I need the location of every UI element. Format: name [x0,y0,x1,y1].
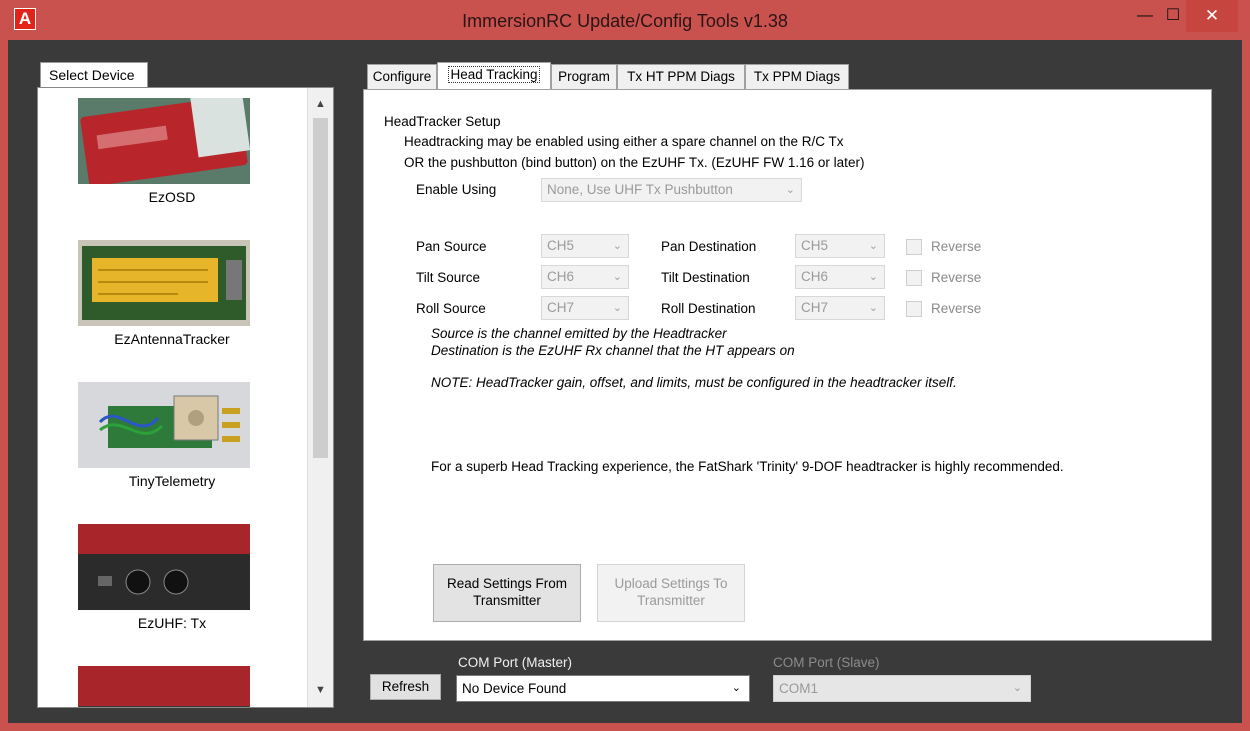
description-line-2: OR the pushbutton (bind button) on the E… [404,155,865,170]
chevron-down-icon: ⌄ [612,302,622,314]
tab-program[interactable]: Program [551,64,617,89]
roll-reverse-label: Reverse [931,301,982,316]
tilt-source-select[interactable]: CH6 ⌄ [541,265,629,289]
recommendation-text: For a superb Head Tracking experience, t… [431,459,1064,474]
roll-destination-label: Roll Destination [661,301,756,316]
device-name: EzOSD [148,189,196,205]
tab-tx-ppm-diags[interactable]: Tx PPM Diags [745,64,849,89]
maximize-button[interactable]: ☐ [1158,0,1188,32]
chevron-down-icon: ⌄ [612,271,622,283]
pan-source-label: Pan Source [416,239,487,254]
chevron-down-icon: ⌄ [612,240,622,252]
ezosd-thumbnail [78,98,250,184]
app-window: A ImmersionRC Update/Config Tools v1.38 … [0,0,1250,731]
chevron-down-icon: ⌄ [868,271,878,283]
scroll-down-icon[interactable]: ▼ [308,680,333,700]
chevron-down-icon: ⌄ [1012,682,1022,694]
device-thumbnail [78,666,250,707]
title-bar: A ImmersionRC Update/Config Tools v1.38 … [0,0,1250,40]
scroll-up-icon[interactable]: ▲ [308,94,333,114]
device-list: EzOSD EzAntennaTracker TinyTelemetry EzU… [38,88,306,707]
tab-tx-ht-ppm-diags[interactable]: Tx HT PPM Diags [617,64,745,89]
tilt-reverse-label: Reverse [931,270,982,285]
com-master-label: COM Port (Master) [458,655,573,670]
note-gain: NOTE: HeadTracker gain, offset, and limi… [431,375,957,390]
scrollbar-thumb[interactable] [313,118,328,458]
roll-destination-select[interactable]: CH7 ⌄ [795,296,885,320]
roll-source-label: Roll Source [416,301,486,316]
tilt-destination-select[interactable]: CH6 ⌄ [795,265,885,289]
device-name: EzUHF: Tx [137,615,207,631]
tinytelemetry-thumbnail [78,382,250,468]
note-destination: Destination is the EzUHF Rx channel that… [431,343,795,358]
tilt-reverse-checkbox[interactable] [906,270,922,286]
ezuhf-tx-thumbnail [78,524,250,610]
roll-reverse-checkbox[interactable] [906,301,922,317]
head-tracking-panel: HeadTracker Setup Headtracking may be en… [363,89,1212,641]
com-slave-select[interactable]: COM1 ⌄ [773,675,1031,702]
tab-configure[interactable]: Configure [367,64,437,89]
roll-source-select[interactable]: CH7 ⌄ [541,296,629,320]
device-list-scrollbar[interactable]: ▲ ▼ [307,88,333,707]
description-line-1: Headtracking may be enabled using either… [404,134,844,149]
pan-reverse-label: Reverse [931,239,982,254]
window-title: ImmersionRC Update/Config Tools v1.38 [462,11,788,31]
device-list-panel: EzOSD EzAntennaTracker TinyTelemetry EzU… [37,87,334,708]
refresh-button[interactable]: Refresh [370,674,441,700]
chevron-down-icon: ⌄ [868,240,878,252]
note-source: Source is the channel emitted by the Hea… [431,326,727,341]
device-name: TinyTelemetry [128,473,216,489]
com-slave-label: COM Port (Slave) [773,655,880,670]
tilt-destination-label: Tilt Destination [661,270,750,285]
tab-head-tracking[interactable]: Head Tracking [437,62,551,91]
chevron-down-icon: ⌄ [868,302,878,314]
ezantennatracker-thumbnail [78,240,250,326]
enable-using-label: Enable Using [416,182,497,197]
close-button[interactable]: ✕ [1186,0,1238,32]
chevron-down-icon: ⌄ [785,184,795,196]
minimize-button[interactable]: — [1130,0,1160,32]
chevron-down-icon: ⌄ [731,682,741,694]
device-name: EzAntennaTracker [114,331,230,347]
com-master-select[interactable]: No Device Found ⌄ [456,675,750,702]
pan-reverse-checkbox[interactable] [906,239,922,255]
section-title: HeadTracker Setup [384,114,501,129]
enable-using-select[interactable]: None, Use UHF Tx Pushbutton ⌄ [541,178,802,202]
pan-destination-label: Pan Destination [661,239,757,254]
tilt-source-label: Tilt Source [416,270,481,285]
upload-settings-button[interactable]: Upload Settings To Transmitter [597,564,745,622]
pan-source-select[interactable]: CH5 ⌄ [541,234,629,258]
pan-destination-select[interactable]: CH5 ⌄ [795,234,885,258]
read-settings-button[interactable]: Read Settings From Transmitter [433,564,581,622]
tab-select-device[interactable]: Select Device [40,62,148,88]
